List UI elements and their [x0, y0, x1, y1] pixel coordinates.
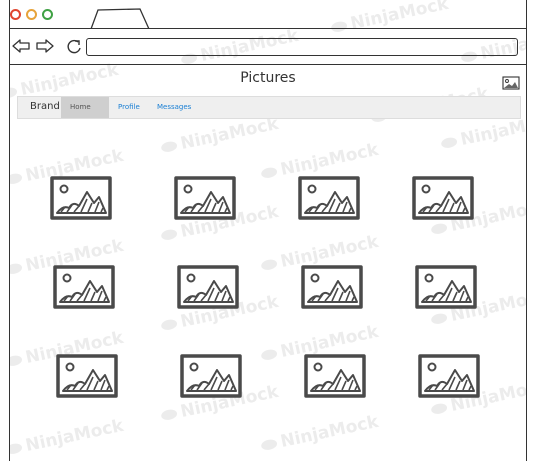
image-placeholder-icon[interactable] [303, 353, 367, 399]
page-title: Pictures [240, 70, 296, 86]
back-arrow-icon[interactable] [12, 39, 30, 53]
nav-home-link[interactable]: Home [70, 103, 91, 111]
browser-titlebar [10, 0, 526, 29]
image-placeholder-icon[interactable] [417, 353, 481, 399]
image-icon [502, 76, 520, 90]
reload-icon[interactable] [66, 38, 83, 55]
nav-profile-link[interactable]: Profile [118, 103, 140, 111]
image-placeholder-icon[interactable] [173, 175, 237, 221]
maximize-window-button[interactable] [42, 9, 53, 20]
brand-label[interactable]: Brand [30, 101, 60, 112]
image-placeholder-icon[interactable] [411, 175, 475, 221]
browser-navbar [10, 29, 526, 65]
image-placeholder-icon[interactable] [52, 264, 116, 310]
watermark: NinjaMock [259, 412, 380, 456]
close-window-button[interactable] [10, 9, 21, 20]
browser-tab[interactable] [90, 8, 150, 29]
image-placeholder-icon[interactable] [49, 175, 113, 221]
address-bar-input[interactable] [86, 38, 518, 56]
browser-window: NinjaMock NinjaMock NinjaMock NinjaMock … [9, 0, 527, 461]
image-placeholder-icon[interactable] [297, 175, 361, 221]
image-placeholder-icon[interactable] [55, 353, 119, 399]
image-placeholder-icon[interactable] [414, 264, 478, 310]
minimize-window-button[interactable] [26, 9, 37, 20]
watermark: NinjaMock [10, 416, 125, 460]
image-placeholder-icon[interactable] [176, 264, 240, 310]
forward-arrow-icon[interactable] [36, 39, 54, 53]
image-placeholder-icon[interactable] [179, 353, 243, 399]
nav-messages-link[interactable]: Messages [157, 103, 191, 111]
image-placeholder-icon[interactable] [300, 264, 364, 310]
navbar: Brand Home Profile Messages [17, 96, 521, 119]
watermark: NinjaMock [159, 114, 280, 158]
